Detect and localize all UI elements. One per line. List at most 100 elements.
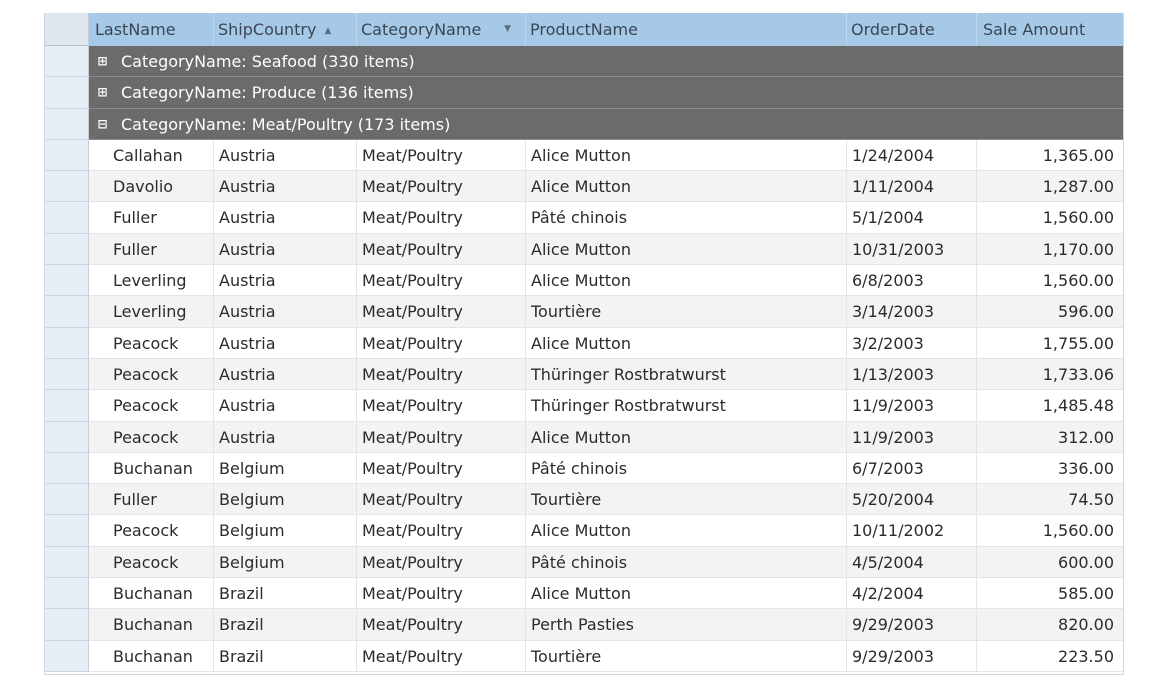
cell-productname[interactable]: Tourtière (526, 296, 847, 328)
cell-lastname[interactable]: Peacock (89, 327, 214, 359)
cell-orderdate[interactable]: 11/9/2003 (847, 421, 977, 453)
cell-productname[interactable]: Alice Mutton (526, 139, 847, 172)
row-selector[interactable] (45, 452, 89, 485)
cell-lastname[interactable]: Callahan (89, 139, 214, 172)
cell-productname[interactable]: Thüringer Rostbratwurst (526, 358, 847, 391)
header-row-selector[interactable] (45, 13, 89, 46)
cell-categoryname[interactable]: Meat/Poultry (357, 421, 526, 453)
cell-shipcountry[interactable]: Austria (214, 139, 357, 172)
cell-sale-amount[interactable]: 596.00 (977, 296, 1123, 328)
table-row[interactable]: Peacock Austria Meat/Poultry Alice Mutton 11… (45, 421, 1123, 453)
cell-lastname[interactable]: Peacock (89, 546, 214, 579)
cell-lastname[interactable]: Buchanan (89, 452, 214, 485)
table-row[interactable]: Fuller Belgium Meat/Poultry Tourtière 5/20/2… (45, 484, 1123, 516)
table-row[interactable]: Fuller Austria Meat/Poultry Alice Mutton 10/… (45, 233, 1123, 266)
cell-shipcountry[interactable]: Austria (214, 390, 357, 422)
cell-sale-amount[interactable]: 1,733.06 (977, 358, 1123, 391)
cell-productname[interactable]: Pâté chinois (526, 452, 847, 485)
cell-sale-amount[interactable]: 1,365.00 (977, 139, 1123, 172)
cell-shipcountry[interactable]: Brazil (214, 578, 357, 610)
cell-orderdate[interactable]: 4/2/2004 (847, 578, 977, 610)
cell-sale-amount[interactable]: 1,755.00 (977, 327, 1123, 359)
cell-productname[interactable]: Alice Mutton (526, 515, 847, 547)
cell-categoryname[interactable]: Meat/Poultry (357, 358, 526, 391)
row-selector[interactable] (45, 390, 89, 422)
cell-productname[interactable]: Alice Mutton (526, 233, 847, 266)
cell-categoryname[interactable]: Meat/Poultry (357, 452, 526, 485)
cell-orderdate[interactable]: 4/5/2004 (847, 546, 977, 579)
column-header-categoryname[interactable]: CategoryName ▼ (357, 13, 526, 46)
table-row[interactable]: Buchanan Brazil Meat/Poultry Tourtière 9/29/… (45, 640, 1123, 672)
cell-sale-amount[interactable]: 600.00 (977, 546, 1123, 579)
row-selector[interactable] (45, 77, 89, 109)
cell-sale-amount[interactable]: 1,485.48 (977, 390, 1123, 422)
cell-productname[interactable]: Pâté chinois (526, 202, 847, 234)
row-selector[interactable] (45, 233, 89, 266)
table-row[interactable]: Fuller Austria Meat/Poultry Pâté chinois 5/1… (45, 202, 1123, 234)
sort-ascending-icon[interactable]: ▲ (324, 15, 331, 48)
row-selector[interactable] (45, 46, 89, 78)
cell-categoryname[interactable]: Meat/Poultry (357, 233, 526, 266)
cell-orderdate[interactable]: 1/13/2003 (847, 358, 977, 391)
cell-productname[interactable]: Tourtière (526, 484, 847, 516)
table-row[interactable]: Callahan Austria Meat/Poultry Alice Mutton 1… (45, 139, 1123, 172)
cell-categoryname[interactable]: Meat/Poultry (357, 578, 526, 610)
cell-sale-amount[interactable]: 1,287.00 (977, 171, 1123, 203)
cell-productname[interactable]: Alice Mutton (526, 421, 847, 453)
row-selector[interactable] (45, 609, 89, 641)
cell-categoryname[interactable]: Meat/Poultry (357, 327, 526, 359)
cell-shipcountry[interactable]: Austria (214, 171, 357, 203)
cell-sale-amount[interactable]: 1,560.00 (977, 265, 1123, 297)
cell-orderdate[interactable]: 5/1/2004 (847, 202, 977, 234)
cell-shipcountry[interactable]: Austria (214, 358, 357, 391)
cell-productname[interactable]: Alice Mutton (526, 171, 847, 203)
cell-categoryname[interactable]: Meat/Poultry (357, 139, 526, 172)
cell-sale-amount[interactable]: 1,560.00 (977, 515, 1123, 547)
cell-shipcountry[interactable]: Belgium (214, 452, 357, 485)
cell-shipcountry[interactable]: Belgium (214, 484, 357, 516)
cell-shipcountry[interactable]: Belgium (214, 546, 357, 579)
cell-shipcountry[interactable]: Austria (214, 202, 357, 234)
cell-shipcountry[interactable]: Austria (214, 296, 357, 328)
cell-sale-amount[interactable]: 820.00 (977, 609, 1123, 641)
cell-productname[interactable]: Thüringer Rostbratwurst (526, 390, 847, 422)
cell-categoryname[interactable]: Meat/Poultry (357, 296, 526, 328)
row-selector[interactable] (45, 296, 89, 328)
column-header-productname[interactable]: ProductName (526, 13, 847, 46)
group-row-produce[interactable]: ⊞ CategoryName: Produce (136 items) (45, 77, 1123, 109)
cell-orderdate[interactable]: 1/11/2004 (847, 171, 977, 203)
cell-lastname[interactable]: Davolio (89, 171, 214, 203)
row-selector[interactable] (45, 484, 89, 516)
row-selector[interactable] (45, 202, 89, 234)
table-row[interactable]: Peacock Austria Meat/Poultry Alice Mutton 3/… (45, 327, 1123, 359)
row-selector[interactable] (45, 578, 89, 610)
cell-categoryname[interactable]: Meat/Poultry (357, 515, 526, 547)
cell-lastname[interactable]: Fuller (89, 202, 214, 234)
cell-lastname[interactable]: Fuller (89, 233, 214, 266)
cell-categoryname[interactable]: Meat/Poultry (357, 202, 526, 234)
cell-sale-amount[interactable]: 312.00 (977, 421, 1123, 453)
cell-categoryname[interactable]: Meat/Poultry (357, 609, 526, 641)
cell-orderdate[interactable]: 1/24/2004 (847, 139, 977, 172)
cell-sale-amount[interactable]: 585.00 (977, 578, 1123, 610)
row-selector[interactable] (45, 327, 89, 359)
cell-orderdate[interactable]: 5/20/2004 (847, 484, 977, 516)
row-selector[interactable] (45, 265, 89, 297)
cell-sale-amount[interactable]: 336.00 (977, 452, 1123, 485)
cell-categoryname[interactable]: Meat/Poultry (357, 484, 526, 516)
cell-shipcountry[interactable]: Austria (214, 233, 357, 266)
table-row[interactable]: Buchanan Belgium Meat/Poultry Pâté chinois 6… (45, 452, 1123, 485)
cell-orderdate[interactable]: 6/7/2003 (847, 452, 977, 485)
cell-sale-amount[interactable]: 1,170.00 (977, 233, 1123, 266)
cell-shipcountry[interactable]: Austria (214, 421, 357, 453)
cell-categoryname[interactable]: Meat/Poultry (357, 171, 526, 203)
column-header-shipcountry[interactable]: ShipCountry ▲ (214, 13, 357, 46)
expand-group-icon[interactable]: ⊞ (97, 55, 108, 67)
cell-productname[interactable]: Alice Mutton (526, 265, 847, 297)
cell-productname[interactable]: Alice Mutton (526, 578, 847, 610)
cell-categoryname[interactable]: Meat/Poultry (357, 390, 526, 422)
cell-sale-amount[interactable]: 223.50 (977, 640, 1123, 672)
cell-productname[interactable]: Perth Pasties (526, 609, 847, 641)
column-header-orderdate[interactable]: OrderDate (847, 13, 977, 46)
cell-shipcountry[interactable]: Brazil (214, 640, 357, 672)
